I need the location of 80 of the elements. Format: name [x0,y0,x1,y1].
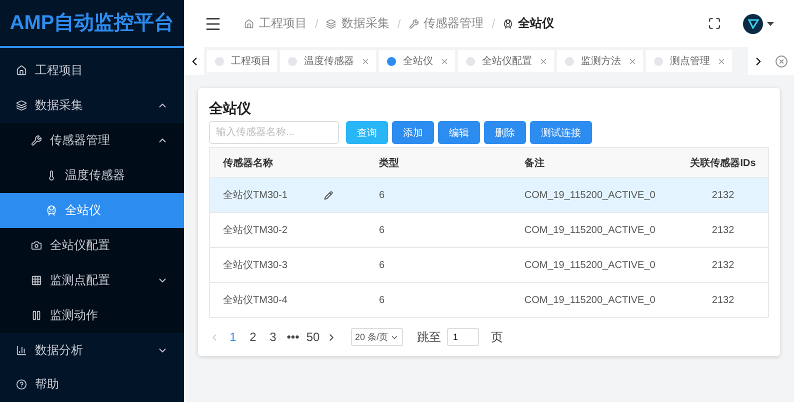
close-icon[interactable] [628,56,637,66]
train-icon [503,18,514,28]
layers-icon [326,18,336,28]
table-cell: 2132 [712,224,734,236]
column-header: 传感器名称 [210,148,366,178]
layers-icon [16,100,27,111]
help-icon [16,379,27,390]
breadcrumb-separator: / [492,16,496,30]
table-cell: 6 [379,190,385,200]
table-cell: 2132 [712,190,734,200]
close-icon[interactable] [717,56,726,66]
close-icon [774,54,788,68]
table-cell: COM_19_115200_ACTIVE_0 [524,260,656,270]
table-row[interactable]: 全站仪TM30-3 6 COM_19_115200_ACTIVE_0 2132 [210,248,768,282]
table-cell: 全站仪TM30-3 [223,260,288,271]
search-field[interactable]: 输入传感器名称... [209,121,339,144]
camera-icon [31,240,42,251]
tab[interactable]: 测点管理 [646,50,732,72]
table-cell: 2132 [712,260,734,270]
fullscreen-icon[interactable] [708,17,721,30]
breadcrumb-item[interactable]: 传感器管理 [408,15,484,32]
table-cell: 6 [379,260,385,270]
table-cell: 全站仪TM30-4 [223,295,288,306]
tab[interactable]: 监测方法 [557,50,643,72]
scroll-left-button[interactable] [184,47,204,75]
wrench-icon [408,18,419,28]
jump-label: 跳至 [417,328,442,346]
breadcrumb-item[interactable]: 工程项目 [244,15,307,32]
table-cell-text: 全站仪TM30-1 [223,188,288,202]
sidebar-item[interactable]: 监测点配置 [0,262,184,298]
close-icon[interactable] [539,56,548,66]
table-cell: 6 [379,224,385,236]
grid-icon [31,274,42,286]
close-icon[interactable] [361,56,370,66]
column-header: 类型 [366,148,512,178]
sidebar-item[interactable]: 数据分析 [0,332,184,368]
pause-icon [31,310,42,321]
page-link[interactable]: 3 [266,330,280,344]
table-cell: 6 [379,294,385,306]
table-cell: COM_19_115200_ACTIVE_0 [524,224,656,236]
breadcrumb-item[interactable]: 数据采集 [326,15,390,32]
page-link[interactable]: 50 [306,330,320,344]
page-link[interactable]: ••• [286,330,300,344]
sidebar-item[interactable]: 数据采集 [0,88,184,123]
home-icon [16,65,27,76]
column-header: 关联传感器IDs [679,148,768,178]
table-row[interactable]: 全站仪TM30-2 6 COM_19_115200_ACTIVE_0 2132 [210,212,768,248]
table-cell: COM_19_115200_ACTIVE_0 [524,294,656,306]
tab[interactable]: 全站仪 [379,50,455,72]
wrench-icon [31,134,42,146]
page-suffix: 页 [491,328,504,346]
tab[interactable]: 温度传感器 [280,50,376,72]
tab[interactable]: 全站仪配置 [458,50,554,72]
card-title: 全站仪 [209,100,252,118]
sidebar-item[interactable]: 工程项目 [0,53,184,88]
close-icon[interactable] [440,56,449,66]
sidebar-item[interactable]: 全站仪配置 [0,228,184,263]
sidebar-item[interactable]: 帮助 [0,367,184,402]
home-icon [244,18,254,28]
edit-icon[interactable] [324,190,334,200]
page-link[interactable]: 2 [246,330,260,344]
table-row[interactable]: 全站仪TM30-1 6 COM_19_115200_ACTIVE_0 2132 [210,178,768,212]
table-row[interactable]: 全站仪TM30-4 6 COM_19_115200_ACTIVE_0 2132 [210,282,768,318]
sidebar-item[interactable]: 传感器管理 [0,122,184,158]
train-icon [46,204,57,216]
table-cell: 全站仪TM30-2 [223,225,288,236]
breadcrumb-separator: / [315,16,318,30]
bar-chart-icon [16,344,27,356]
sidebar-item[interactable]: 监测动作 [0,298,184,333]
breadcrumb-item[interactable]: 全站仪 [503,15,554,32]
breadcrumb-separator: / [397,16,401,30]
table-cell: 2132 [712,294,734,306]
page-input[interactable]: 1 [447,328,480,346]
tab[interactable]: 工程项目 [207,50,277,72]
page-size-select[interactable]: 20 条/页 [351,328,404,346]
sidebar-item[interactable]: 温度传感器 [0,158,184,193]
avatar[interactable] [743,14,763,34]
caret-icon[interactable] [767,22,774,26]
column-header: 备注 [511,148,680,178]
table-cell: COM_19_115200_ACTIVE_0 [524,190,656,200]
